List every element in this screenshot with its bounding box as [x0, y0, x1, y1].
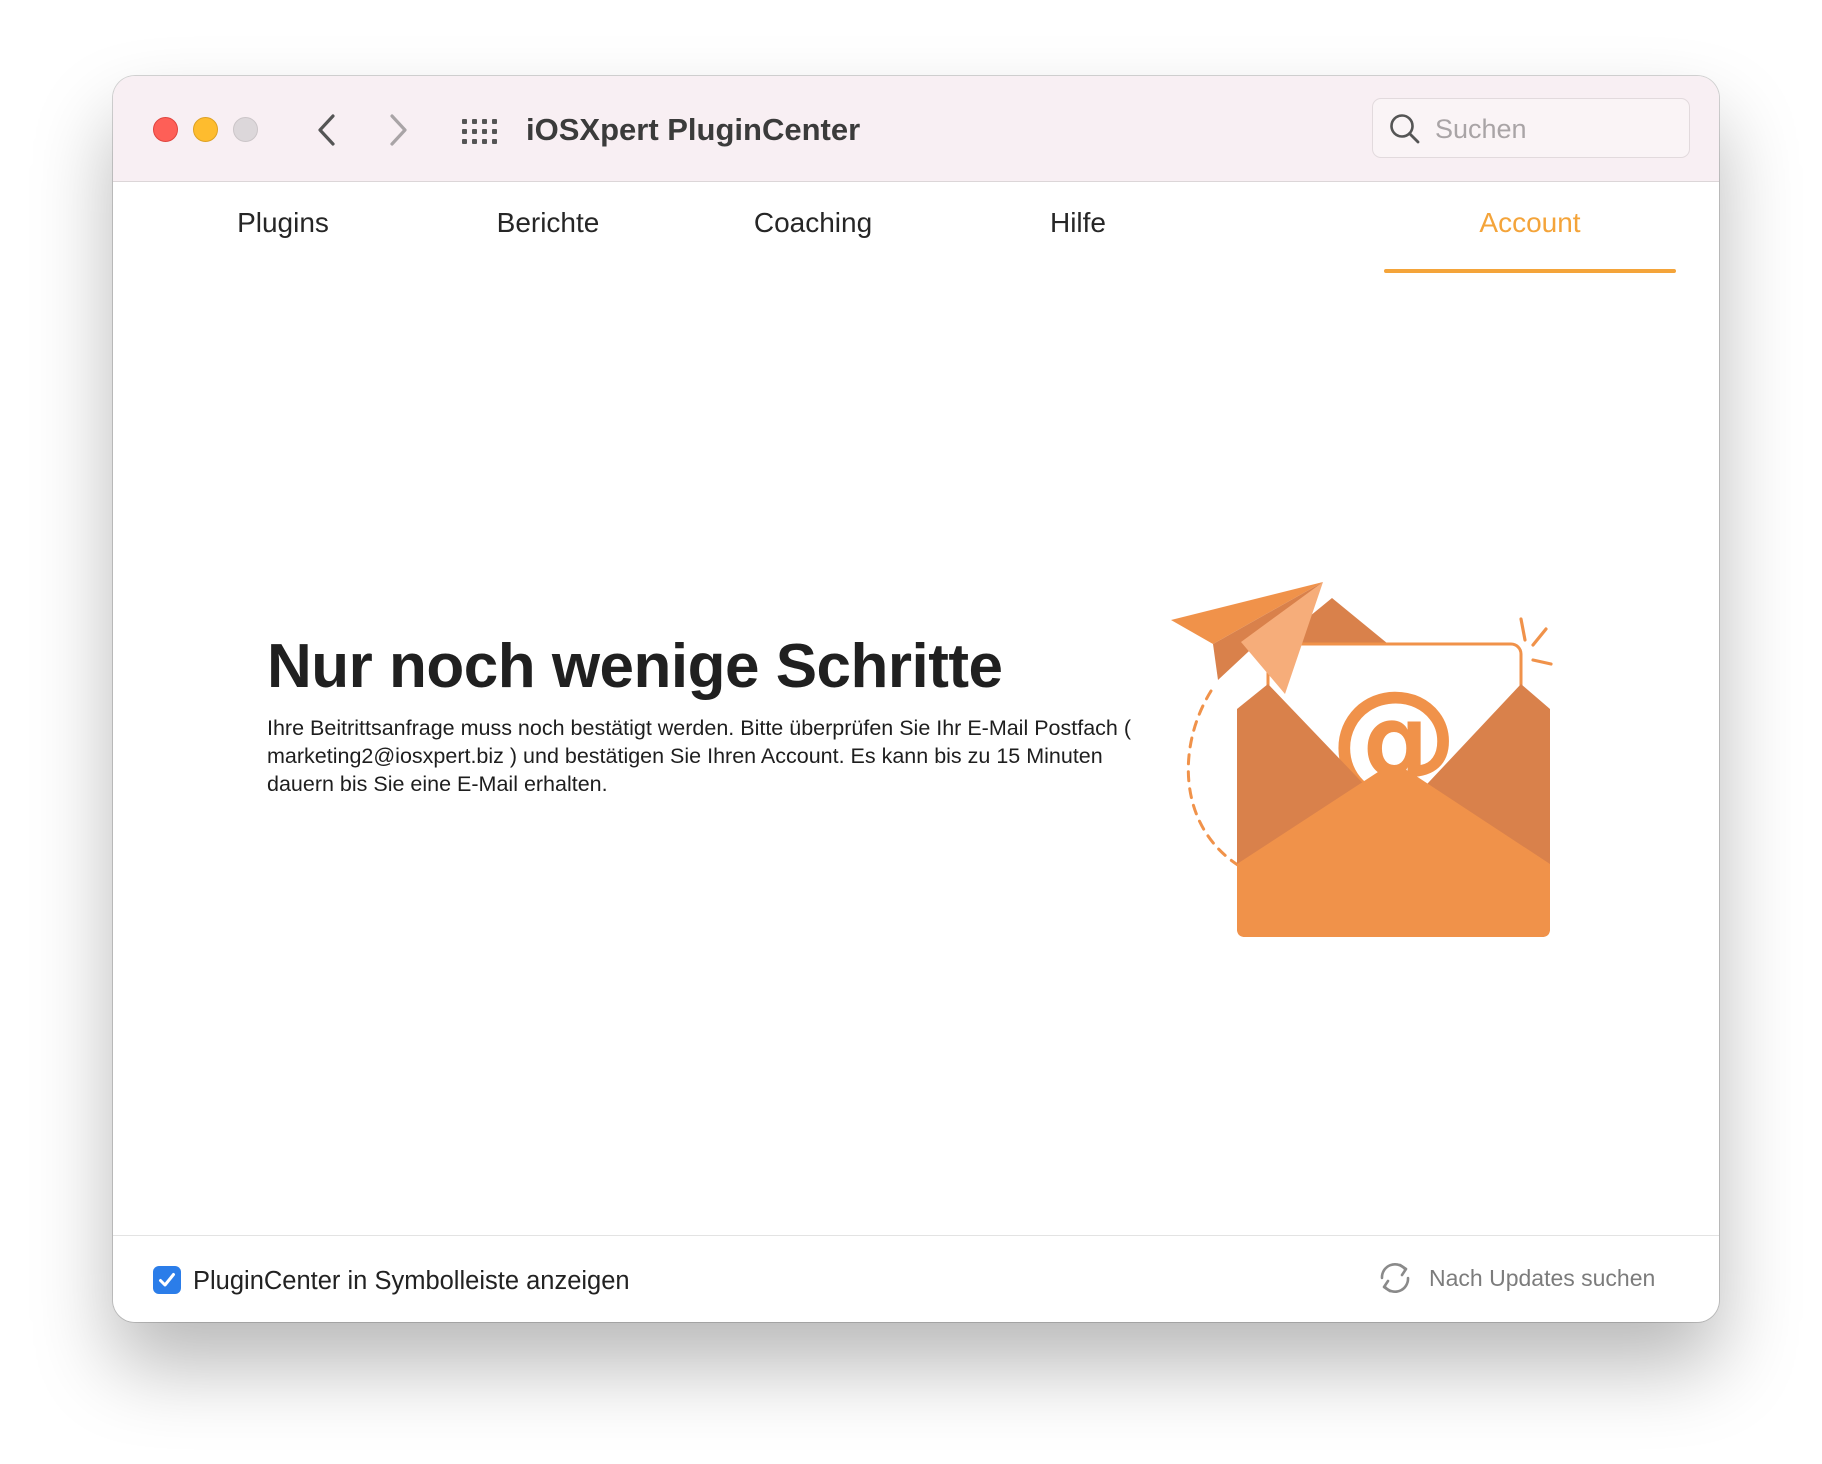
- show-in-toolbar-label[interactable]: PluginCenter in Symbolleiste anzeigen: [193, 1264, 630, 1298]
- titlebar: iOSXpert PluginCenter: [113, 76, 1719, 182]
- tab-hilfe[interactable]: Hilfe: [958, 182, 1198, 264]
- close-window-button[interactable]: [153, 117, 178, 142]
- search-field[interactable]: [1372, 98, 1690, 158]
- search-input[interactable]: [1433, 107, 1682, 151]
- footer-bar: PluginCenter in Symbolleiste anzeigen Na…: [113, 1235, 1719, 1322]
- forward-button[interactable]: [381, 110, 415, 150]
- page-description: Ihre Beitrittsanfrage muss noch bestätig…: [267, 716, 1131, 796]
- tab-coaching[interactable]: Coaching: [693, 182, 933, 264]
- email-envelope-illustration: @: [1171, 582, 1553, 937]
- back-button[interactable]: [310, 110, 344, 150]
- active-tab-indicator: [1384, 269, 1676, 273]
- tab-bar: Plugins Berichte Coaching Hilfe Account: [113, 182, 1719, 272]
- show-in-toolbar-checkbox[interactable]: [153, 1266, 181, 1294]
- sparkle-icon: [1519, 617, 1553, 666]
- minimize-window-button[interactable]: [193, 117, 218, 142]
- grid-icon: [462, 119, 497, 144]
- tab-account[interactable]: Account: [1384, 182, 1676, 264]
- page-title: Nur noch wenige Schritte: [267, 632, 1003, 701]
- window-title: iOSXpert PluginCenter: [526, 112, 861, 147]
- zoom-window-button[interactable]: [233, 117, 258, 142]
- tab-berichte[interactable]: Berichte: [428, 182, 668, 264]
- refresh-icon: [1380, 1262, 1410, 1294]
- app-window: iOSXpert PluginCenter Plugins Berichte C…: [113, 76, 1719, 1322]
- check-updates-button[interactable]: Nach Updates suchen: [1375, 1258, 1655, 1298]
- check-updates-label: Nach Updates suchen: [1429, 1264, 1656, 1291]
- search-icon: [1390, 114, 1420, 144]
- checkmark-icon: [159, 1273, 175, 1287]
- tab-plugins[interactable]: Plugins: [163, 182, 403, 264]
- chevron-right-icon: [390, 114, 407, 146]
- chevron-left-icon: [318, 114, 335, 146]
- apps-grid-button[interactable]: [458, 111, 502, 151]
